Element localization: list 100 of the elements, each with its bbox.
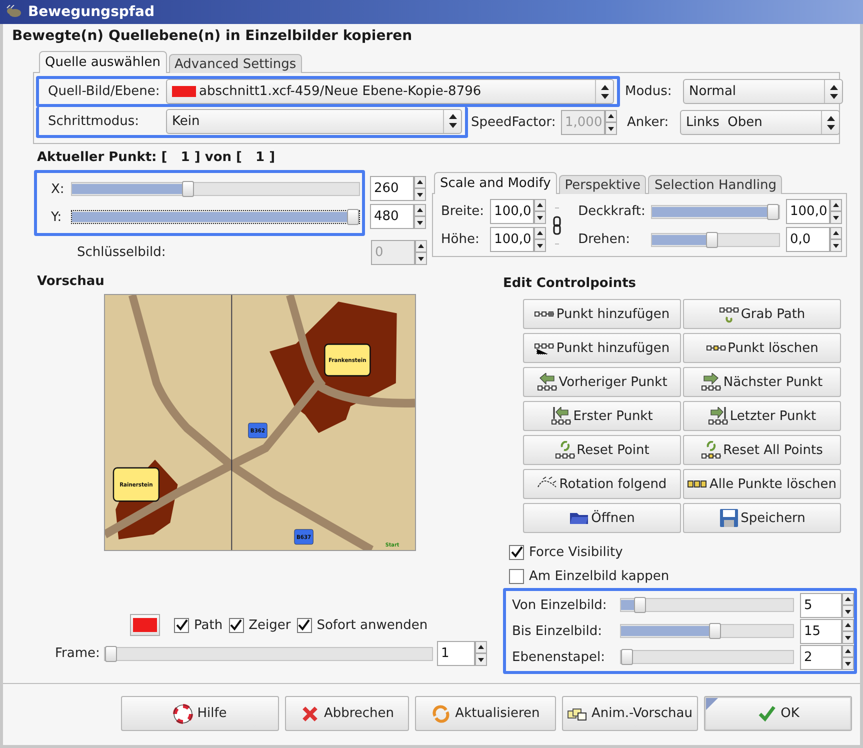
slider-thumb[interactable] — [709, 623, 721, 639]
spin-field[interactable]: 0,0 — [786, 227, 830, 252]
slider-thumb[interactable] — [706, 232, 718, 248]
slider-thumb[interactable] — [105, 646, 117, 662]
reset-icon — [554, 441, 575, 459]
field-label: Von Einzelbild: — [512, 598, 608, 612]
slider-thumb[interactable] — [347, 209, 359, 225]
toolbar-button[interactable]: Grab Path — [683, 299, 841, 329]
spin-arrows-icon[interactable] — [534, 227, 546, 252]
spin-arrows-icon[interactable] — [830, 227, 842, 252]
dialog-button[interactable]: Hilfe — [121, 696, 279, 731]
field-label: Deckkraft: — [578, 204, 646, 219]
slider[interactable] — [71, 210, 360, 224]
checkbox[interactable] — [509, 568, 524, 584]
spin-field[interactable]: 100,0 — [786, 199, 830, 224]
spin-field[interactable]: 100,0 — [490, 199, 534, 224]
app-icon — [6, 5, 22, 19]
spin-field[interactable]: 480 — [370, 204, 414, 229]
spin-field[interactable]: 1 — [437, 641, 475, 666]
slider-thumb[interactable] — [621, 649, 633, 665]
slider-thumb[interactable] — [634, 597, 646, 613]
toolbar-button[interactable]: Öffnen — [523, 503, 681, 533]
spin-arrows-icon[interactable] — [475, 641, 487, 666]
field-label: X: — [51, 182, 65, 196]
check-icon — [756, 704, 777, 724]
toolbar-button[interactable]: Letzter Punkt — [683, 401, 841, 431]
toolbar-button[interactable]: Punkt hinzufügen — [523, 299, 681, 329]
field-label: Quell-Bild/Ebene: — [48, 84, 161, 99]
dropdown[interactable]: abschnitt1.xcf-459/Neue Ebene-Kopie-8796 — [166, 79, 614, 104]
spin-arrows-icon[interactable] — [414, 204, 426, 229]
dropdown[interactable]: Links Oben — [680, 110, 840, 135]
tab[interactable]: Scale and Modify — [434, 172, 557, 194]
field-label: Anker: — [626, 115, 670, 130]
slider-thumb[interactable] — [182, 181, 194, 197]
dialog-button[interactable]: Anim.-Vorschau — [562, 696, 698, 731]
field-label: Drehen: — [578, 232, 631, 247]
checkbox[interactable] — [296, 618, 312, 632]
checkbox-label: Sofort anwenden — [316, 618, 428, 632]
toolbar-button[interactable]: Nächster Punkt — [683, 367, 841, 397]
tab[interactable]: Selection Handling — [648, 175, 782, 194]
toolbar-button[interactable]: Alle Punkte löschen — [683, 469, 841, 499]
toolbar-button[interactable]: Reset All Points — [683, 435, 841, 465]
tab[interactable]: Quelle auswählen — [39, 51, 166, 73]
dialog-button[interactable]: Abbrechen — [285, 696, 409, 731]
tab[interactable]: Perspektive — [558, 175, 646, 194]
arrow-right-icon — [708, 407, 728, 425]
dropdown[interactable]: Normal — [683, 79, 843, 104]
reset-icon — [701, 441, 722, 459]
toolbar-button[interactable]: Speichern — [683, 503, 841, 533]
checkbox[interactable] — [174, 618, 189, 632]
field-label: Breite: — [441, 204, 484, 219]
window-title: Bewegungspfad — [28, 4, 154, 20]
spin-field[interactable]: 15 — [800, 618, 842, 644]
tab[interactable]: Advanced Settings — [168, 54, 302, 73]
dialog-button[interactable]: OK — [704, 696, 852, 731]
updown-arrows-icon — [600, 84, 608, 98]
slider-thumb[interactable] — [767, 204, 779, 220]
spin-field[interactable]: 5 — [800, 592, 842, 618]
toolbar-button[interactable]: Rotation folgend — [523, 469, 681, 499]
spin-arrows-icon[interactable] — [842, 644, 854, 670]
refresh-icon — [431, 704, 452, 724]
lifebuoy-icon — [173, 704, 194, 724]
checkbox-label: Force Visibility — [529, 544, 623, 560]
spin-arrows-icon[interactable] — [534, 199, 546, 224]
checkbox-label: Zeiger — [248, 618, 291, 632]
node-chain-icon — [706, 344, 726, 352]
toolbar-button[interactable]: Erster Punkt — [523, 401, 681, 431]
arrow-left-icon — [551, 407, 572, 425]
checkbox-label: Path — [194, 618, 223, 632]
checkbox[interactable] — [509, 544, 524, 560]
spin-field[interactable]: 100,0 — [490, 227, 534, 252]
spin-field[interactable]: 2 — [800, 644, 842, 670]
arrow-left-icon — [536, 373, 557, 391]
checkbox[interactable] — [228, 618, 244, 632]
toolbar-button[interactable]: Reset Point — [523, 435, 681, 465]
section-title: Vorschau — [36, 272, 106, 290]
corner-mark-icon — [706, 698, 718, 710]
dropdown[interactable]: Kein — [166, 108, 462, 134]
cross-icon — [300, 704, 320, 724]
field-label: Schlüsselbild: — [77, 244, 167, 260]
spin-arrows-icon[interactable] — [414, 176, 426, 201]
color-button[interactable] — [130, 614, 160, 636]
color-swatch — [172, 86, 196, 97]
field-label: Ebenenstapel: — [512, 650, 606, 664]
field-label: Höhe: — [441, 232, 480, 247]
field-label: Y: — [51, 210, 63, 224]
node-chain-icon — [718, 305, 739, 323]
current-point-label: Aktueller Punkt: [ 1 ] von [ 1 ] — [36, 148, 276, 166]
toolbar-button[interactable]: Punkt hinzufügen — [523, 333, 681, 363]
spin-arrows-icon[interactable] — [842, 592, 854, 618]
spin-arrows-icon[interactable] — [842, 618, 854, 644]
dialog-button[interactable]: Aktualisieren — [415, 696, 556, 731]
toolbar-button[interactable]: Vorheriger Punkt — [523, 367, 681, 397]
section-title: Edit Controlpoints — [503, 274, 638, 292]
field-label: Modus: — [624, 84, 673, 99]
toolbar-button[interactable]: Punkt löschen — [683, 333, 841, 363]
spin-field[interactable]: 260 — [370, 176, 414, 201]
spin-arrows-icon[interactable] — [830, 199, 842, 224]
field-label: Frame: — [55, 646, 100, 661]
field-label: Schrittmodus: — [48, 114, 140, 128]
